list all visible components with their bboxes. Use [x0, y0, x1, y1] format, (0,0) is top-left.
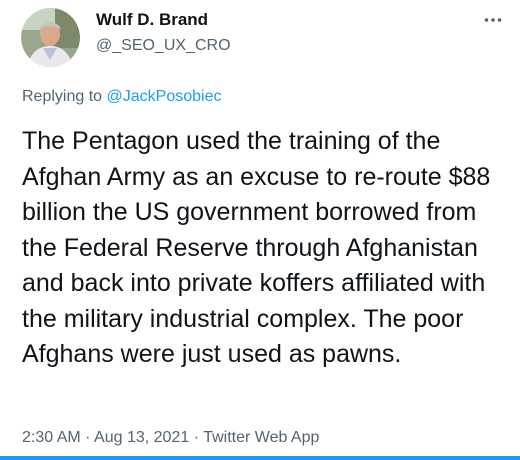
- bottom-accent-bar: [0, 456, 520, 460]
- replying-to-prefix: Replying to: [22, 88, 107, 105]
- avatar[interactable]: [21, 8, 80, 67]
- meta-separator: ·: [80, 429, 95, 446]
- avatar-image: [21, 8, 80, 67]
- tweet-time-link[interactable]: 2:30 AM: [22, 429, 81, 446]
- tweet-date-link[interactable]: Aug 13, 2021: [94, 429, 189, 446]
- replying-to: Replying to @JackPosobiec: [22, 87, 221, 107]
- tweet-source-link[interactable]: Twitter Web App: [203, 429, 319, 446]
- author-info: Wulf D. Brand @_SEO_UX_CRO: [96, 10, 231, 56]
- tweet-meta: 2:30 AM · Aug 13, 2021 · Twitter Web App: [22, 428, 319, 448]
- meta-separator: ·: [189, 429, 204, 446]
- tweet-text: The Pentagon used the training of the Af…: [22, 127, 491, 368]
- author-display-name[interactable]: Wulf D. Brand: [96, 10, 231, 30]
- tweet-card: Wulf D. Brand @_SEO_UX_CRO Replying to @…: [0, 0, 520, 460]
- more-horizontal-icon: [484, 18, 502, 22]
- replying-to-handle-link[interactable]: @JackPosobiec: [107, 88, 222, 105]
- author-handle[interactable]: @_SEO_UX_CRO: [96, 36, 231, 56]
- more-options-button[interactable]: [480, 10, 506, 30]
